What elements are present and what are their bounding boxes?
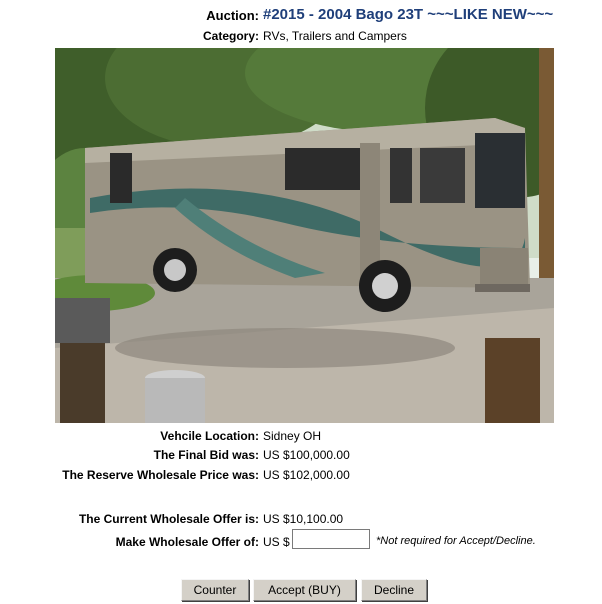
reserve-price-label: The Reserve Wholesale Price was:: [62, 468, 259, 482]
vehicle-location-row: Vehcile Location: Sidney OH: [0, 429, 602, 445]
auction-header: Auction: #2015 - 2004 Bago 23T ~~~LIKE N…: [0, 6, 602, 26]
counter-button[interactable]: Counter: [181, 579, 249, 601]
final-bid-value: US $100,000.00: [263, 448, 350, 462]
category-value: RVs, Trailers and Campers: [263, 29, 407, 43]
vehicle-location-label: Vehcile Location:: [160, 429, 259, 443]
category-row: Category: RVs, Trailers and Campers: [0, 29, 602, 45]
current-offer-label: The Current Wholesale Offer is:: [78, 512, 259, 526]
current-offer-row: The Current Wholesale Offer is: US $10,1…: [0, 512, 602, 528]
reserve-price-value: US $102,000.00: [263, 468, 350, 482]
accept-buy-button[interactable]: Accept (BUY): [253, 579, 356, 601]
offer-note: *Not required for Accept/Decline.: [376, 535, 536, 547]
auction-label: Auction:: [206, 8, 259, 23]
decline-button[interactable]: Decline: [361, 579, 427, 601]
vehicle-location-value: Sidney OH: [263, 429, 322, 443]
final-bid-label: The Final Bid was:: [153, 448, 259, 462]
category-label: Category:: [202, 29, 259, 43]
make-offer-label: Make Wholesale Offer of:: [115, 535, 259, 549]
offer-amount-input[interactable]: [292, 529, 370, 549]
make-offer-prefix: US $: [263, 535, 290, 549]
final-bid-row: The Final Bid was: US $100,000.00: [0, 448, 602, 464]
auction-title: #2015 - 2004 Bago 23T ~~~LIKE NEW~~~: [263, 6, 554, 23]
rv-photo: [55, 48, 554, 423]
reserve-price-row: The Reserve Wholesale Price was: US $102…: [0, 468, 602, 484]
current-offer-value: US $10,100.00: [263, 512, 344, 526]
